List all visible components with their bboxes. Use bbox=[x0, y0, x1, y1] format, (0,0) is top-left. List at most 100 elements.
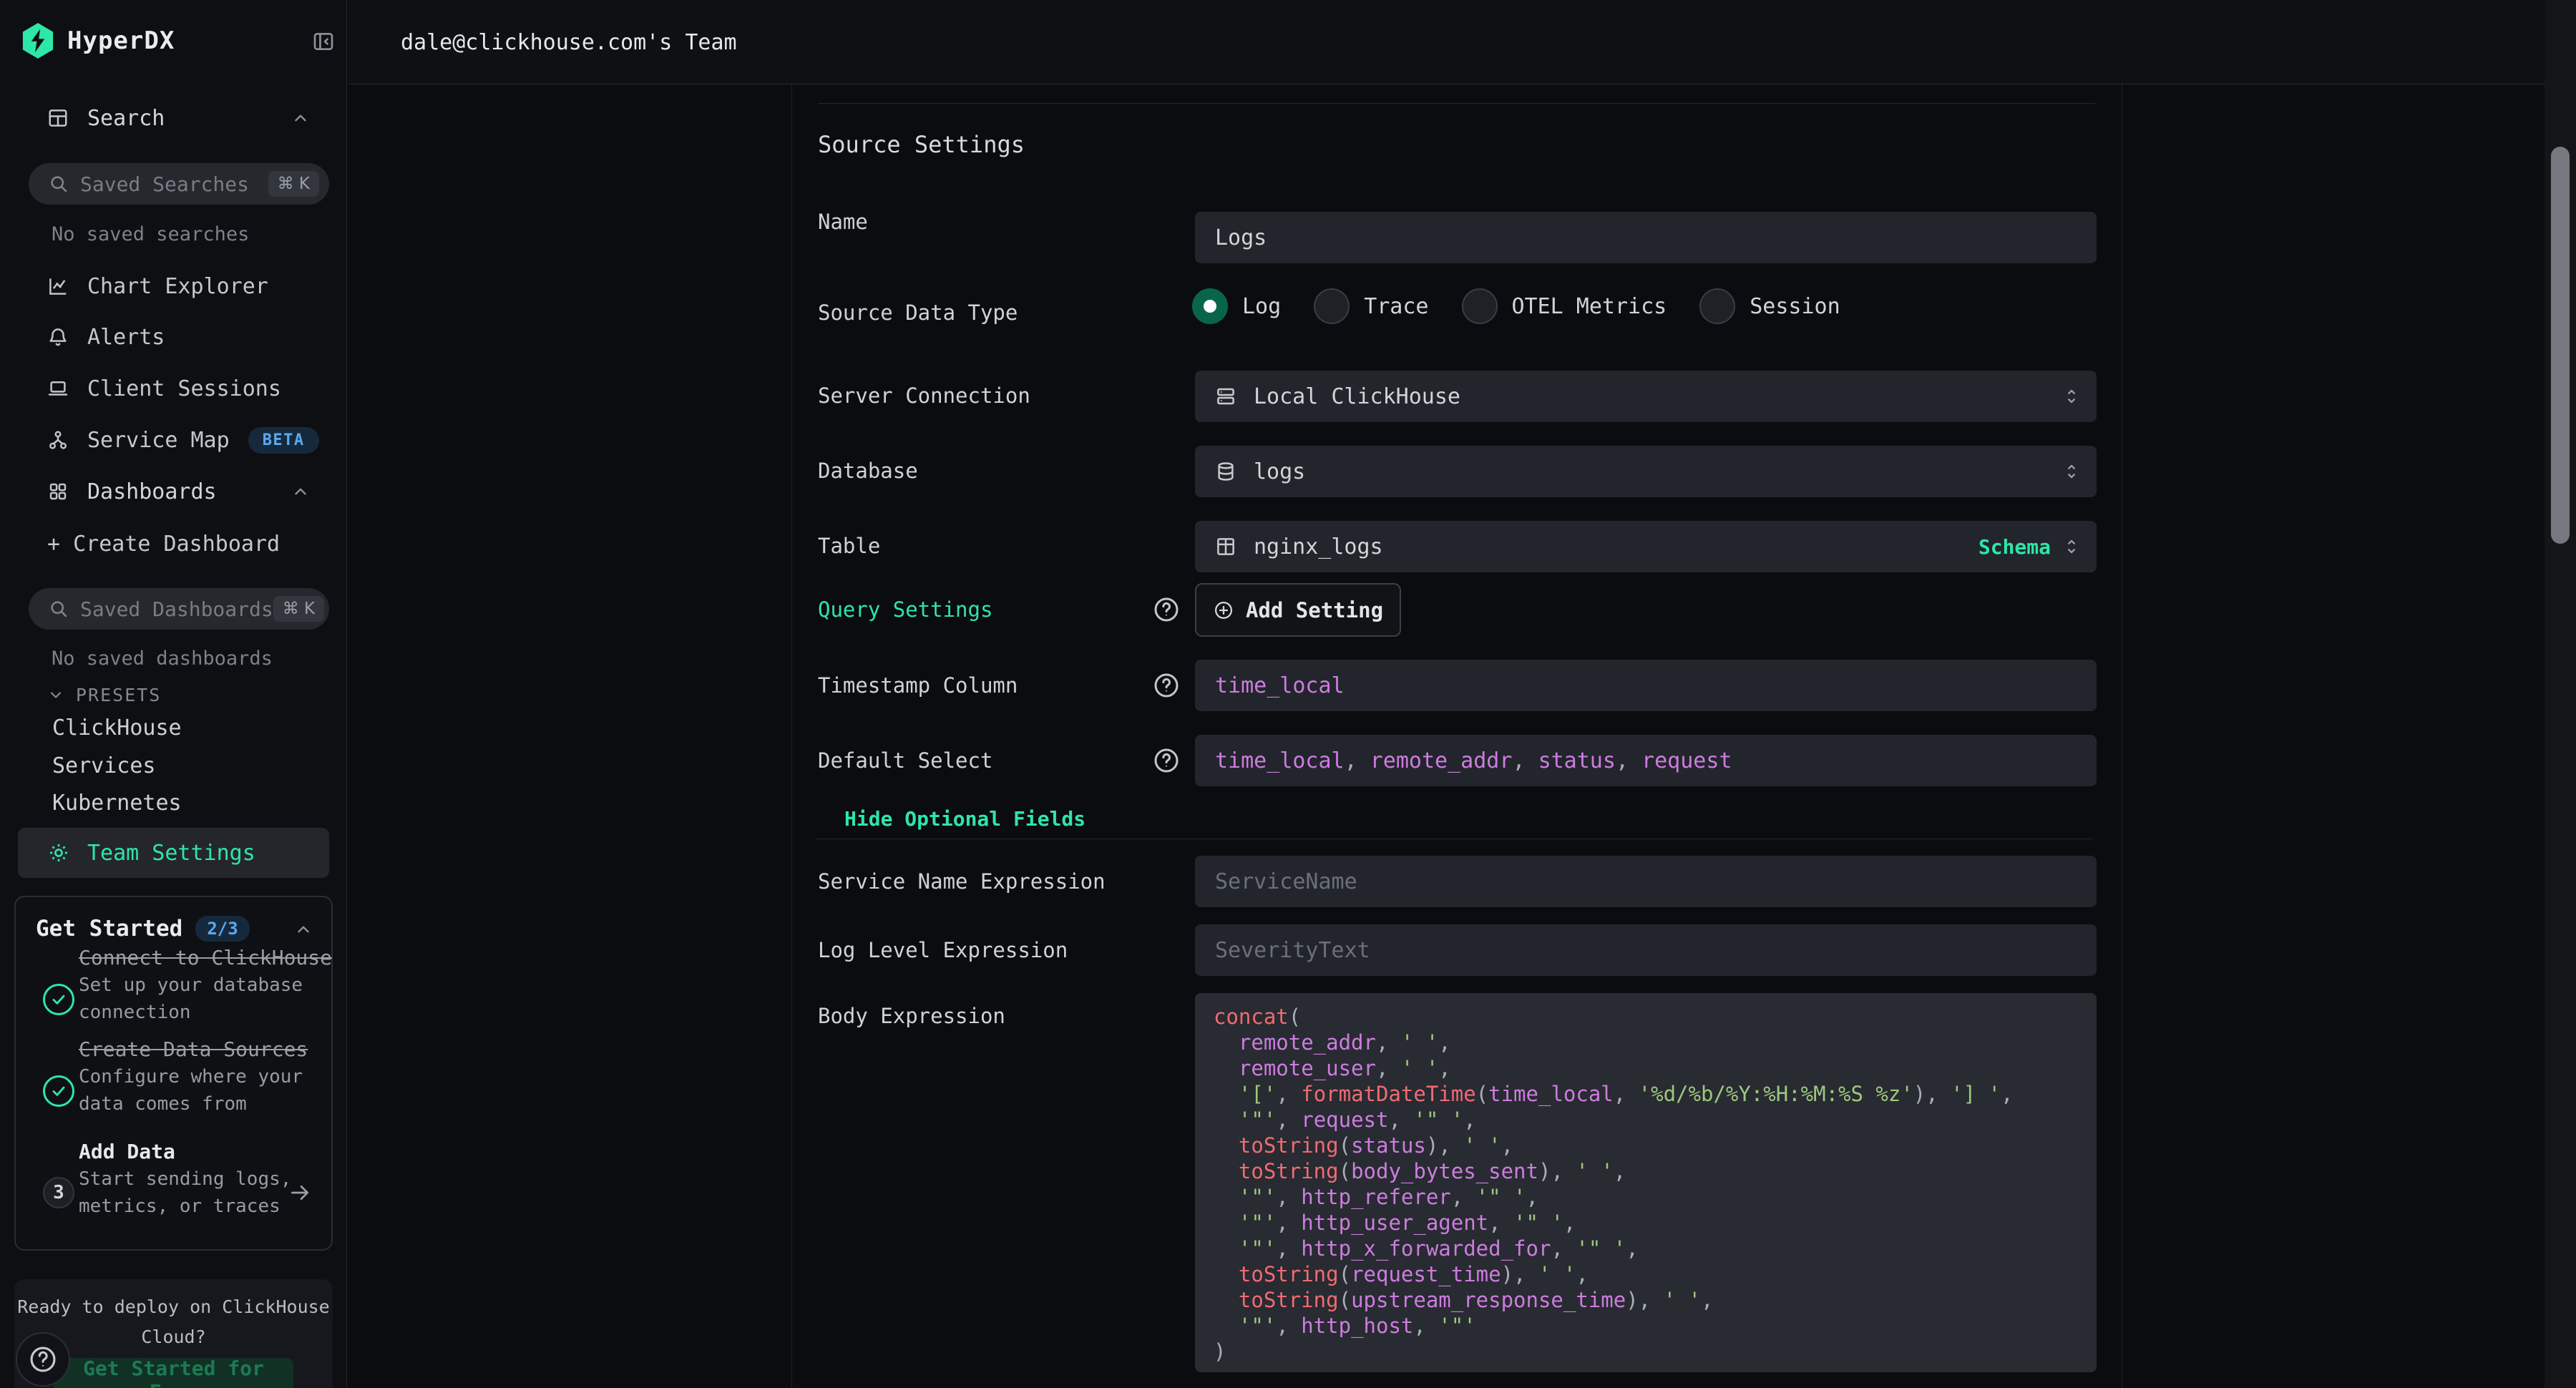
step-title: Add Data bbox=[79, 1138, 281, 1165]
step-desc: metrics, or traces bbox=[79, 1193, 281, 1220]
database-label: Database bbox=[818, 455, 918, 487]
add-setting-button[interactable]: Add Setting bbox=[1195, 583, 1401, 637]
sidebar-item-client-sessions[interactable]: Client Sessions bbox=[0, 371, 347, 406]
step-desc: Set up your database bbox=[79, 972, 311, 999]
brand: HyperDX bbox=[21, 24, 175, 57]
help-icon[interactable] bbox=[1152, 746, 1181, 775]
database-select[interactable]: logs bbox=[1195, 446, 2097, 497]
progress-badge: 2/3 bbox=[195, 916, 249, 942]
chevron-up-icon[interactable] bbox=[291, 482, 310, 501]
table-select[interactable]: nginx_logs Schema bbox=[1195, 521, 2097, 572]
service-name-expression-label: Service Name Expression bbox=[818, 866, 1106, 897]
scrollbar-thumb[interactable] bbox=[2551, 147, 2570, 544]
radio-otel-metrics[interactable]: OTEL Metrics bbox=[1462, 288, 1667, 324]
sidebar-collapse-icon[interactable] bbox=[312, 30, 335, 53]
get-started-step[interactable]: Create Data Sources Configure where your… bbox=[79, 1036, 311, 1118]
sidebar-item-label: Service Map bbox=[87, 428, 230, 453]
sidebar-item-label: Alerts bbox=[87, 325, 165, 350]
log-level-expression-field[interactable] bbox=[1195, 924, 2097, 976]
laptop-icon bbox=[47, 378, 69, 399]
schema-link[interactable]: Schema bbox=[1979, 535, 2051, 559]
chevron-up-icon[interactable] bbox=[294, 920, 313, 939]
sidebar-item-services[interactable]: Services bbox=[52, 750, 156, 781]
circle-plus-icon bbox=[1213, 600, 1234, 621]
server-connection-value: Local ClickHouse bbox=[1254, 384, 2062, 409]
select-chevrons-icon bbox=[2062, 386, 2081, 407]
arrow-right-icon[interactable] bbox=[288, 1181, 311, 1204]
bell-icon bbox=[47, 326, 69, 348]
presets-toggle[interactable]: PRESETS bbox=[47, 680, 161, 709]
database-icon bbox=[1215, 461, 1236, 482]
get-started-free-button[interactable]: Get Started for Free bbox=[54, 1358, 293, 1388]
chart-icon bbox=[47, 275, 69, 297]
default-select-value: time_local, remote_addr, status, request bbox=[1195, 748, 1752, 773]
service-name-expression-field[interactable] bbox=[1195, 856, 2097, 907]
query-settings-label: Query Settings bbox=[818, 594, 992, 625]
step-title: Connect to ClickHouse bbox=[79, 944, 311, 972]
log-level-expression-input[interactable] bbox=[1195, 924, 2097, 976]
get-started-title: Get Started bbox=[36, 916, 182, 942]
radio-log[interactable]: Log bbox=[1192, 288, 1281, 324]
log-level-expression-label: Log Level Expression bbox=[818, 934, 1068, 966]
scrollbar-track[interactable] bbox=[2545, 0, 2576, 1388]
timestamp-column-input[interactable] bbox=[1195, 660, 2097, 711]
no-saved-searches-text: No saved searches bbox=[0, 217, 347, 251]
timestamp-column-label: Timestamp Column bbox=[818, 670, 1018, 701]
source-data-type-radio-group: Log Trace OTEL Metrics Session bbox=[1192, 286, 1840, 326]
step-complete-icon bbox=[43, 984, 74, 1015]
sidebar-item-search[interactable]: Search bbox=[0, 101, 347, 135]
sidebar-item-label: Search bbox=[87, 106, 165, 131]
sidebar-item-alerts[interactable]: Alerts bbox=[0, 320, 347, 354]
radio-icon bbox=[1462, 288, 1498, 324]
get-started-card: Get Started 2/3 Connect to ClickHouse Se… bbox=[14, 896, 333, 1251]
name-field[interactable] bbox=[1195, 212, 2097, 263]
radio-icon bbox=[1314, 288, 1350, 324]
server-icon bbox=[1215, 386, 1236, 407]
service-name-expression-input[interactable] bbox=[1195, 856, 2097, 907]
get-started-step[interactable]: Connect to ClickHouse Set up your databa… bbox=[79, 944, 311, 1026]
sidebar-item-service-map[interactable]: Service Map BETA bbox=[0, 423, 347, 457]
get-started-step[interactable]: Add Data Start sending logs, metrics, or… bbox=[79, 1138, 281, 1220]
no-saved-dashboards-text: No saved dashboards bbox=[0, 641, 347, 675]
help-button[interactable] bbox=[16, 1332, 70, 1387]
search-icon bbox=[49, 174, 69, 194]
radio-icon bbox=[1699, 288, 1735, 324]
add-setting-label: Add Setting bbox=[1246, 598, 1383, 622]
step-title: Create Data Sources bbox=[79, 1036, 311, 1063]
select-chevrons-icon bbox=[2062, 461, 2081, 482]
topbar: dale@clickhouse.com's Team bbox=[348, 0, 2576, 84]
name-label: Name bbox=[818, 206, 868, 238]
table-label: Table bbox=[818, 530, 880, 562]
help-icon[interactable] bbox=[1152, 595, 1181, 624]
saved-dashboards-input[interactable]: Saved Dashboards ⌘ K bbox=[29, 588, 329, 630]
table-value: nginx_logs bbox=[1254, 534, 1979, 559]
section-divider bbox=[818, 103, 2095, 104]
step-complete-icon bbox=[43, 1075, 74, 1107]
default-select-field[interactable]: time_local, remote_addr, status, request bbox=[1195, 735, 2097, 786]
server-connection-select[interactable]: Local ClickHouse bbox=[1195, 371, 2097, 422]
team-title: dale@clickhouse.com's Team bbox=[401, 0, 737, 84]
sidebar-item-label: Client Sessions bbox=[87, 376, 281, 401]
chevron-up-icon[interactable] bbox=[291, 109, 310, 127]
search-section-icon bbox=[47, 107, 69, 129]
sidebar-item-team-settings[interactable]: Team Settings bbox=[18, 828, 329, 878]
sidebar-item-clickhouse[interactable]: ClickHouse bbox=[52, 712, 182, 743]
name-input[interactable] bbox=[1195, 212, 2097, 263]
default-select-label: Default Select bbox=[818, 745, 992, 776]
create-dashboard-button[interactable]: + Create Dashboard bbox=[0, 527, 347, 561]
body-expression-editor[interactable]: concat( remote_addr, ' ', remote_user, '… bbox=[1195, 993, 2097, 1372]
sidebar-item-dashboards[interactable]: Dashboards bbox=[0, 474, 347, 509]
timestamp-column-field[interactable] bbox=[1195, 660, 2097, 711]
sidebar-item-kubernetes[interactable]: Kubernetes bbox=[52, 787, 182, 818]
radio-session[interactable]: Session bbox=[1699, 288, 1840, 324]
sidebar-item-label: Team Settings bbox=[87, 841, 255, 866]
help-icon[interactable] bbox=[1152, 671, 1181, 700]
step-desc: data comes from bbox=[79, 1090, 311, 1118]
chevron-down-icon bbox=[47, 686, 64, 703]
saved-searches-input[interactable]: Saved Searches ⌘ K bbox=[29, 163, 329, 205]
cmd-k-shortcut: ⌘ K bbox=[268, 171, 319, 197]
page-title: Source Settings bbox=[818, 131, 1025, 158]
radio-trace[interactable]: Trace bbox=[1314, 288, 1428, 324]
hide-optional-fields-link[interactable]: Hide Optional Fields bbox=[844, 807, 1085, 831]
sidebar-item-chart-explorer[interactable]: Chart Explorer bbox=[0, 269, 347, 303]
